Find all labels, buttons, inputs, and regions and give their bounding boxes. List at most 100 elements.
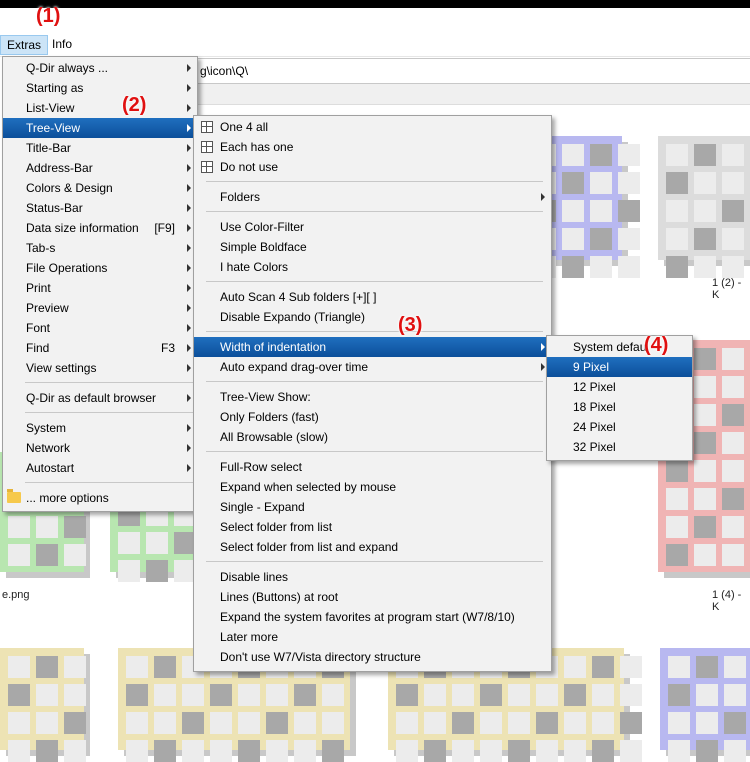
treeview-item-width-of-indentation[interactable]: Width of indentation [194, 337, 551, 357]
menu-separator [206, 561, 543, 562]
treeview-item-full-row-select[interactable]: Full-Row select [194, 457, 551, 477]
grid-icon [201, 141, 213, 153]
extras-item-font[interactable]: Font [3, 318, 197, 338]
submenu-arrow-icon [187, 364, 191, 372]
indent-item-9-pixel[interactable]: 9 Pixel [547, 357, 692, 377]
extras-item-address-bar[interactable]: Address-Bar [3, 158, 197, 178]
menu-item-label: Expand when selected by mouse [220, 480, 397, 494]
menu-item-label: Data size information [26, 221, 139, 235]
menu-item-label: 18 Pixel [573, 400, 616, 414]
extras-item-tab-s[interactable]: Tab-s [3, 238, 197, 258]
image-thumbnail[interactable] [0, 648, 86, 762]
submenu-arrow-icon [187, 144, 191, 152]
treeview-item-one-4-all[interactable]: One 4 all [194, 117, 551, 137]
submenu-arrow-icon [187, 244, 191, 252]
menu-item-label: Preview [26, 301, 69, 315]
treeview-item-later-more[interactable]: Later more [194, 627, 551, 647]
extras-item-list-view[interactable]: List-View [3, 98, 197, 118]
menu-item-label: View settings [26, 361, 97, 375]
extras-item-starting-as[interactable]: Starting as [3, 78, 197, 98]
file-caption: 1 (2) - K [712, 277, 742, 301]
indent-item-32-pixel[interactable]: 32 Pixel [547, 437, 692, 457]
extras-item-status-bar[interactable]: Status-Bar [3, 198, 197, 218]
extras-item-view-settings[interactable]: View settings [3, 358, 197, 378]
submenu-arrow-icon [541, 363, 545, 371]
treeview-item-expand-when-selected-by-mouse[interactable]: Expand when selected by mouse [194, 477, 551, 497]
menu-info[interactable]: Info [46, 35, 78, 53]
menu-item-label: I hate Colors [220, 260, 289, 274]
treeview-item-i-hate-colors[interactable]: I hate Colors [194, 257, 551, 277]
extras-item-tree-view[interactable]: Tree-View [3, 118, 197, 138]
submenu-arrow-icon [187, 64, 191, 72]
submenu-arrow-icon [187, 394, 191, 402]
folder-icon [7, 489, 21, 503]
extras-item-system[interactable]: System [3, 418, 197, 438]
treeview-item-simple-boldface[interactable]: Simple Boldface [194, 237, 551, 257]
treeview-item-select-folder-from-list[interactable]: Select folder from list [194, 517, 551, 537]
treeview-item-folders[interactable]: Folders [194, 187, 551, 207]
treeview-item-single-expand[interactable]: Single - Expand [194, 497, 551, 517]
treeview-item-disable-expando-triangle[interactable]: Disable Expando (Triangle) [194, 307, 551, 327]
extras-item-q-dir-always[interactable]: Q-Dir always ... [3, 58, 197, 78]
menu-item-label: Tab-s [26, 241, 56, 255]
treeview-item-don-t-use-w7-vista-directory-structure[interactable]: Don't use W7/Vista directory structure [194, 647, 551, 667]
submenu-arrow-icon [541, 193, 545, 201]
menu-item-label: Full-Row select [220, 460, 303, 474]
treeview-item-auto-expand-drag-over-time[interactable]: Auto expand drag-over time [194, 357, 551, 377]
treeview-item-auto-scan-4-sub-folders[interactable]: Auto Scan 4 Sub folders [+][ ] [194, 287, 551, 307]
extras-menu: Q-Dir always ... Starting as List-View Tree… [2, 56, 198, 512]
indent-item-system-defau[interactable]: System defau [547, 337, 692, 357]
extras-item-q-dir-as-default-browser[interactable]: Q-Dir as default browser [3, 388, 197, 408]
indent-item-24-pixel[interactable]: 24 Pixel [547, 417, 692, 437]
menu-item-label: Disable Expando (Triangle) [220, 310, 365, 324]
treeview-item-each-has-one[interactable]: Each has one [194, 137, 551, 157]
extras-item-more-options[interactable]: ... more options [3, 488, 197, 508]
treeview-item-disable-lines[interactable]: Disable lines [194, 567, 551, 587]
menu-item-label: Select folder from list and expand [220, 540, 399, 554]
submenu-arrow-icon [187, 264, 191, 272]
menu-item-label: Starting as [26, 81, 84, 95]
menu-item-label: Font [26, 321, 51, 335]
submenu-arrow-icon [187, 124, 191, 132]
extras-item-autostart[interactable]: Autostart [3, 458, 197, 478]
indent-item-12-pixel[interactable]: 12 Pixel [547, 377, 692, 397]
menu-item-label: Autostart [26, 461, 75, 475]
menu-extras[interactable]: Extras [0, 35, 49, 55]
menu-item-label: Do not use [220, 160, 279, 174]
treeview-item-select-folder-from-list-and-expand[interactable]: Select folder from list and expand [194, 537, 551, 557]
submenu-arrow-icon [187, 424, 191, 432]
treeview-item-use-color-filter[interactable]: Use Color-Filter [194, 217, 551, 237]
extras-item-data-size-information[interactable]: Data size information [F9] [3, 218, 197, 238]
indent-item-18-pixel[interactable]: 18 Pixel [547, 397, 692, 417]
menu-item-label: Disable lines [220, 570, 289, 584]
treeview-item-all-browsable-slow[interactable]: All Browsable (slow) [194, 427, 551, 447]
extras-item-preview[interactable]: Preview [3, 298, 197, 318]
extras-item-colors-design[interactable]: Colors & Design [3, 178, 197, 198]
menu-item-label: Print [26, 281, 51, 295]
menu-item-label: Q-Dir always ... [26, 61, 109, 75]
image-thumbnail[interactable] [660, 648, 750, 762]
menu-item-label: Width of indentation [220, 340, 327, 354]
treeview-item-tree-view-show[interactable]: Tree-View Show: [194, 387, 551, 407]
treeview-item-expand-the-system-favorites-at-program-start-w7-8-10[interactable]: Expand the system favorites at program s… [194, 607, 551, 627]
treeview-item-do-not-use[interactable]: Do not use [194, 157, 551, 177]
menu-item-label: Later more [220, 630, 279, 644]
image-thumbnail[interactable] [658, 136, 750, 278]
submenu-arrow-icon [541, 343, 545, 351]
treeview-item-only-folders-fast[interactable]: Only Folders (fast) [194, 407, 551, 427]
menu-item-label: Expand the system favorites at program s… [220, 610, 515, 624]
menu-separator [25, 412, 193, 413]
menu-item-label: List-View [26, 101, 75, 115]
extras-item-file-operations[interactable]: File Operations [3, 258, 197, 278]
extras-item-title-bar[interactable]: Title-Bar [3, 138, 197, 158]
menu-item-label: Colors & Design [26, 181, 113, 195]
submenu-arrow-icon [187, 464, 191, 472]
extras-item-find[interactable]: Find F3 [3, 338, 197, 358]
menu-item-label: Only Folders (fast) [220, 410, 319, 424]
extras-item-print[interactable]: Print [3, 278, 197, 298]
address-bar[interactable]: g\icon\Q\ [195, 58, 750, 84]
menu-item-label: 9 Pixel [573, 360, 610, 374]
extras-item-network[interactable]: Network [3, 438, 197, 458]
treeview-item-lines-buttons-at-root[interactable]: Lines (Buttons) at root [194, 587, 551, 607]
grid-icon [201, 121, 213, 133]
